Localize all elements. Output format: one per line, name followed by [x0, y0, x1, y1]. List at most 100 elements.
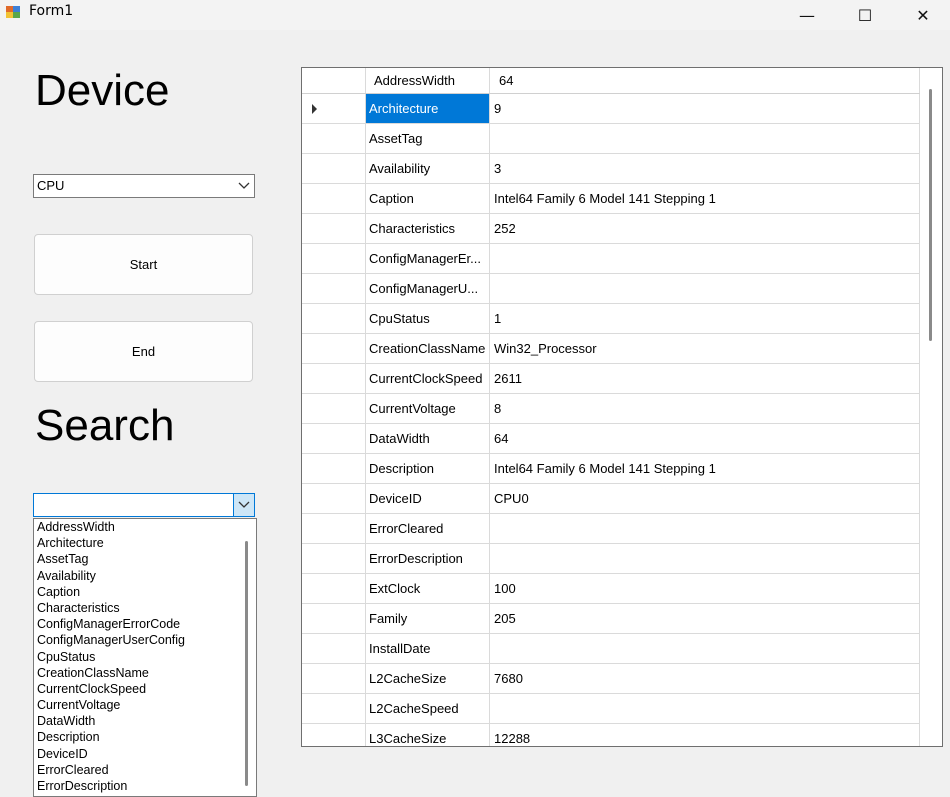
table-row[interactable]: L2CacheSpeed [302, 694, 920, 724]
close-button[interactable]: ✕ [900, 0, 946, 30]
maximize-button[interactable]: ☐ [842, 0, 888, 30]
property-name-cell[interactable]: Family [366, 604, 490, 633]
property-name-cell[interactable]: CpuStatus [366, 304, 490, 333]
property-value-cell[interactable]: 1 [490, 304, 920, 333]
grid-scrollbar-thumb[interactable] [929, 89, 932, 341]
property-value-cell[interactable]: 64 [490, 424, 920, 453]
row-header-cell[interactable] [302, 514, 366, 543]
property-value-cell[interactable]: Intel64 Family 6 Model 141 Stepping 1 [490, 454, 920, 483]
row-header-cell[interactable] [302, 154, 366, 183]
row-header-cell[interactable] [302, 244, 366, 273]
dropdown-option[interactable]: CurrentClockSpeed [34, 681, 256, 697]
row-header-cell[interactable] [302, 274, 366, 303]
row-header-cell[interactable] [302, 544, 366, 573]
chevron-down-icon[interactable] [233, 494, 254, 516]
property-name-cell[interactable]: L2CacheSize [366, 664, 490, 693]
property-name-cell[interactable]: Caption [366, 184, 490, 213]
property-value-cell[interactable]: 252 [490, 214, 920, 243]
property-name-cell[interactable]: CurrentClockSpeed [366, 364, 490, 393]
table-row[interactable]: ErrorDescription [302, 544, 920, 574]
grid-header-row[interactable]: AddressWidth 64 [302, 68, 920, 94]
table-row[interactable]: L2CacheSize 7680 [302, 664, 920, 694]
property-name-cell[interactable]: Characteristics [366, 214, 490, 243]
property-value-cell[interactable] [490, 124, 920, 153]
table-row[interactable]: Architecture 9 [302, 94, 920, 124]
grid-scrollbar[interactable] [920, 68, 942, 746]
row-header-cell[interactable] [302, 574, 366, 603]
table-row[interactable]: Family 205 [302, 604, 920, 634]
dropdown-option[interactable]: Availability [34, 568, 256, 584]
property-value-cell[interactable]: 205 [490, 604, 920, 633]
property-value-cell[interactable] [490, 244, 920, 273]
row-header-cell[interactable] [302, 124, 366, 153]
row-header-cell[interactable] [302, 634, 366, 663]
table-row[interactable]: ConfigManagerU... [302, 274, 920, 304]
property-name-cell[interactable]: Architecture [366, 94, 490, 123]
property-name-cell[interactable]: ConfigManagerU... [366, 274, 490, 303]
property-value-cell[interactable] [490, 694, 920, 723]
dropdown-option[interactable]: Characteristics [34, 600, 256, 616]
property-name-cell[interactable]: AssetTag [366, 124, 490, 153]
row-header-cell[interactable] [302, 394, 366, 423]
property-name-cell[interactable]: L3CacheSize [366, 724, 490, 746]
table-row[interactable]: CurrentVoltage 8 [302, 394, 920, 424]
table-row[interactable]: ConfigManagerEr... [302, 244, 920, 274]
property-name-cell[interactable]: ExtClock [366, 574, 490, 603]
grid-header-value[interactable]: 64 [490, 68, 920, 93]
row-header-cell[interactable] [302, 604, 366, 633]
dropdown-option[interactable]: AssetTag [34, 551, 256, 567]
property-value-cell[interactable]: 8 [490, 394, 920, 423]
dropdown-option[interactable]: ErrorDescription [34, 778, 256, 794]
table-row[interactable]: ErrorCleared [302, 514, 920, 544]
dropdown-option[interactable]: Caption [34, 584, 256, 600]
property-name-cell[interactable]: ErrorDescription [366, 544, 490, 573]
property-name-cell[interactable]: Availability [366, 154, 490, 183]
end-button[interactable]: End [34, 321, 253, 382]
table-row[interactable]: CurrentClockSpeed 2611 [302, 364, 920, 394]
table-row[interactable]: Characteristics 252 [302, 214, 920, 244]
dropdown-option[interactable]: DataWidth [34, 713, 256, 729]
property-name-cell[interactable]: Description [366, 454, 490, 483]
row-header-cell[interactable] [302, 184, 366, 213]
row-header-cell[interactable] [302, 94, 366, 123]
dropdown-option[interactable]: DeviceID [34, 746, 256, 762]
table-row[interactable]: DataWidth 64 [302, 424, 920, 454]
property-name-cell[interactable]: CurrentVoltage [366, 394, 490, 423]
property-value-cell[interactable]: Intel64 Family 6 Model 141 Stepping 1 [490, 184, 920, 213]
property-value-cell[interactable]: 12288 [490, 724, 920, 746]
dropdown-scrollbar[interactable] [245, 541, 248, 786]
dropdown-option[interactable]: AddressWidth [34, 519, 256, 535]
chevron-down-icon[interactable] [234, 175, 254, 197]
property-value-cell[interactable]: CPU0 [490, 484, 920, 513]
property-value-cell[interactable]: 9 [490, 94, 920, 123]
property-name-cell[interactable]: InstallDate [366, 634, 490, 663]
row-header-cell[interactable] [302, 364, 366, 393]
property-value-cell[interactable] [490, 544, 920, 573]
property-value-cell[interactable]: 100 [490, 574, 920, 603]
row-header-cell[interactable] [302, 304, 366, 333]
table-row[interactable]: L3CacheSize 12288 [302, 724, 920, 746]
property-name-cell[interactable]: ErrorCleared [366, 514, 490, 543]
table-row[interactable]: AssetTag [302, 124, 920, 154]
property-value-cell[interactable] [490, 274, 920, 303]
row-header-cell[interactable] [302, 454, 366, 483]
property-value-cell[interactable] [490, 634, 920, 663]
row-header-cell[interactable] [302, 664, 366, 693]
dropdown-option[interactable]: Architecture [34, 535, 256, 551]
device-combobox[interactable]: CPU [33, 174, 255, 198]
property-value-cell[interactable]: Win32_Processor [490, 334, 920, 363]
minimize-button[interactable]: — [784, 0, 830, 30]
property-name-cell[interactable]: CreationClassName [366, 334, 490, 363]
table-row[interactable]: DeviceID CPU0 [302, 484, 920, 514]
row-header-cell[interactable] [302, 694, 366, 723]
row-header-cell[interactable] [302, 424, 366, 453]
property-value-cell[interactable] [490, 514, 920, 543]
property-name-cell[interactable]: L2CacheSpeed [366, 694, 490, 723]
table-row[interactable]: Caption Intel64 Family 6 Model 141 Steppi… [302, 184, 920, 214]
dropdown-option[interactable]: ConfigManagerErrorCode [34, 616, 256, 632]
dropdown-option[interactable]: Description [34, 729, 256, 745]
property-value-cell[interactable]: 7680 [490, 664, 920, 693]
table-row[interactable]: Description Intel64 Family 6 Model 141 St… [302, 454, 920, 484]
property-value-cell[interactable]: 3 [490, 154, 920, 183]
start-button[interactable]: Start [34, 234, 253, 295]
